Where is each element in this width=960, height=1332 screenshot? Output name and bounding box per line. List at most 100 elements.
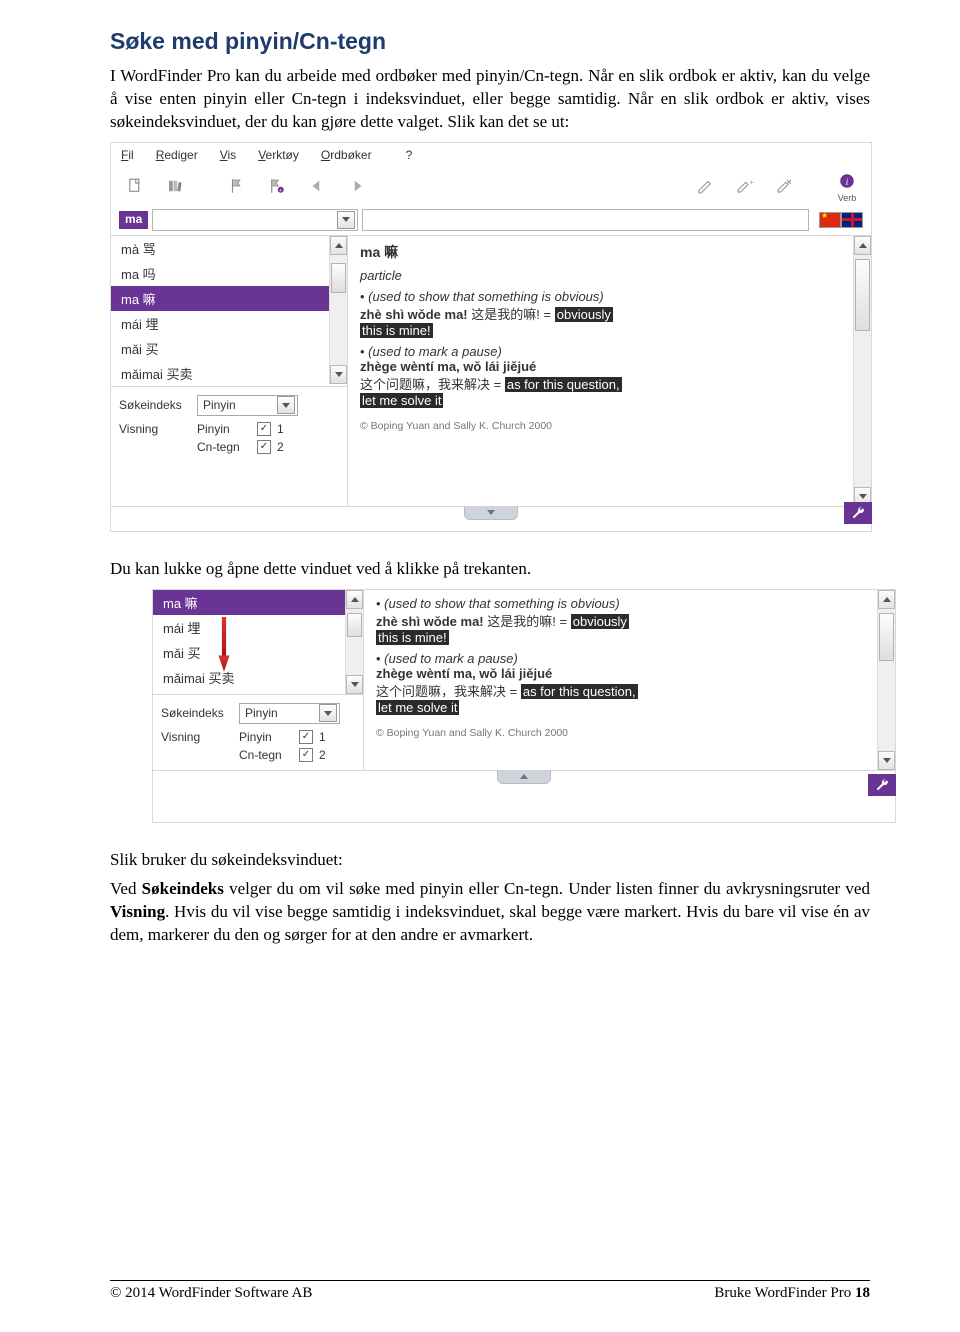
scroll-thumb[interactable] [879, 613, 894, 661]
scroll-up-icon[interactable] [878, 590, 895, 609]
list-item[interactable]: ma 嘛 [153, 590, 363, 615]
pencil-plus-icon[interactable]: + [729, 170, 761, 202]
sokeindeks-value: Pinyin [203, 398, 236, 412]
scroll-down-icon[interactable] [346, 675, 363, 694]
list-scrollbar[interactable] [345, 590, 363, 694]
screenshot-2: ma 嘛 mái 埋 mǎi 买 mǎimai 买卖 Søkeindeks [152, 589, 896, 823]
chk2-label: Cn-tegn [197, 440, 251, 454]
wrench-icon[interactable] [844, 502, 872, 524]
menu-ordboker[interactable]: Ordbøker [321, 148, 372, 162]
checkbox-pinyin[interactable]: ✓ [299, 730, 313, 744]
chk1-num: 1 [319, 730, 326, 744]
menubar: Fil Rediger Vis Verktøy Ordbøker ? [111, 143, 871, 165]
flag-pin-icon[interactable] [221, 170, 253, 202]
nav-fwd-icon[interactable] [341, 170, 373, 202]
sense2-trans2: let me solve it [360, 393, 443, 408]
list-item[interactable]: ma 吗 [111, 261, 347, 286]
sense2-pinyin: zhège wèntí ma, wǒ lái jiějué [360, 359, 536, 374]
lang-flags[interactable] [819, 212, 863, 228]
search-input-wide[interactable] [362, 209, 809, 231]
sense2-cn: 这个问题嘛，我来解决 [376, 684, 506, 699]
entry-scrollbar[interactable] [877, 590, 895, 770]
index-list[interactable]: mà 骂 ma 吗 ma 嘛 mái 埋 mǎi 买 mǎimai 买卖 [111, 236, 347, 386]
collapse-tab-icon[interactable] [497, 770, 551, 784]
checkbox-cntegn[interactable]: ✓ [257, 440, 271, 454]
p4e: . Hvis du vil vise begge samtidig i inde… [110, 902, 870, 944]
scroll-thumb[interactable] [331, 263, 346, 293]
dropdown-icon[interactable] [319, 704, 337, 722]
chk1-num: 1 [277, 422, 284, 436]
sense1-pinyin: zhè shì wǒde ma! [376, 614, 484, 629]
scroll-thumb[interactable] [855, 259, 870, 331]
index-list-2[interactable]: ma 嘛 mái 埋 mǎi 买 mǎimai 买卖 [153, 590, 363, 694]
sense1-trans2: this is mine! [376, 630, 449, 645]
scroll-down-icon[interactable] [878, 751, 895, 770]
menu-fil[interactable]: Fil [121, 148, 134, 162]
search-tag: ma [119, 211, 148, 229]
sokeindeks-combo[interactable]: Pinyin [197, 395, 298, 416]
list-item[interactable]: mǎi 买 [111, 336, 347, 361]
entry-credit: © Boping Yuan and Sally K. Church 2000 [376, 727, 873, 739]
sokeindeks-combo[interactable]: Pinyin [239, 703, 340, 724]
list-item[interactable]: mǎimai 买卖 [153, 665, 363, 690]
list-item[interactable]: mǎi 买 [153, 640, 363, 665]
checkbox-pinyin[interactable]: ✓ [257, 422, 271, 436]
visning-label: Visning [119, 422, 197, 436]
sense-1: • (used to show that something is obviou… [360, 289, 849, 304]
entry-pane-2: • (used to show that something is obviou… [364, 590, 895, 770]
sense2-trans1: as for this question, [505, 377, 622, 392]
flag-uk-icon[interactable] [841, 212, 863, 228]
annotation-arrow-icon [217, 610, 231, 680]
menu-rediger[interactable]: Rediger [156, 148, 198, 162]
sense-1: • (used to show that something is obviou… [376, 596, 873, 611]
nav-back-icon[interactable] [301, 170, 333, 202]
pencil-icon[interactable] [689, 170, 721, 202]
verb-info-icon[interactable]: i [831, 169, 863, 193]
p4d: Visning [110, 902, 165, 921]
list-item[interactable]: mái 埋 [111, 311, 347, 336]
scroll-thumb[interactable] [347, 613, 362, 637]
books-icon[interactable] [159, 170, 191, 202]
dropdown-icon[interactable] [277, 396, 295, 414]
menu-verktoy[interactable]: Verktøy [258, 148, 299, 162]
collapse-tab-icon[interactable] [464, 506, 518, 520]
sense-2: • (used to mark a pause) [376, 651, 873, 666]
svg-text:+: + [279, 188, 282, 194]
scroll-up-icon[interactable] [854, 236, 871, 255]
list-item[interactable]: ma 嘛 [111, 286, 347, 311]
eq2: = [490, 377, 505, 392]
list-item[interactable]: mǎimai 买卖 [111, 361, 347, 386]
sense2-pinyin: zhège wèntí ma, wǒ lái jiějué [376, 666, 552, 681]
flag-pin-plus-icon[interactable]: + [261, 170, 293, 202]
p4c: velger du om vil søke med pinyin eller C… [224, 879, 870, 898]
flag-cn-icon[interactable] [819, 212, 841, 228]
scroll-down-icon[interactable] [330, 365, 347, 384]
sense1-trans2: this is mine! [360, 323, 433, 338]
list-item[interactable]: mà 骂 [111, 236, 347, 261]
sense1-trans1: obviously [571, 614, 629, 629]
wrench-icon[interactable] [868, 774, 896, 796]
sense1-pinyin: zhè shì wǒde ma! [360, 307, 468, 322]
scroll-up-icon[interactable] [330, 236, 347, 255]
entry-scrollbar[interactable] [853, 236, 871, 506]
section-heading: Søke med pinyin/Cn-tegn [110, 28, 870, 55]
verb-label: Verb [838, 193, 857, 203]
list-item[interactable]: mái 埋 [153, 615, 363, 640]
menu-help[interactable]: ? [406, 148, 413, 162]
dropdown-icon[interactable] [337, 211, 355, 229]
search-index-options: Søkeindeks Pinyin Visning Pinyin ✓ [111, 386, 347, 466]
menu-vis[interactable]: Vis [220, 148, 236, 162]
pencil-x-icon[interactable] [769, 170, 801, 202]
entry-pane: ma 嘛 particle • (used to show that somet… [348, 236, 871, 506]
new-doc-icon[interactable] [119, 170, 151, 202]
bottom-strip [111, 506, 871, 523]
checkbox-cntegn[interactable]: ✓ [299, 748, 313, 762]
scroll-up-icon[interactable] [346, 590, 363, 609]
entry-headword: ma 嘛 [360, 242, 849, 262]
list-scrollbar[interactable] [329, 236, 347, 384]
sense1-gloss: (used to show that something is obvious) [368, 289, 604, 304]
chk2-num: 2 [319, 748, 326, 762]
search-combo[interactable] [152, 209, 358, 231]
search-index-options-2: Søkeindeks Pinyin Visning Pinyin ✓ [153, 694, 363, 774]
eq2: = [506, 684, 521, 699]
